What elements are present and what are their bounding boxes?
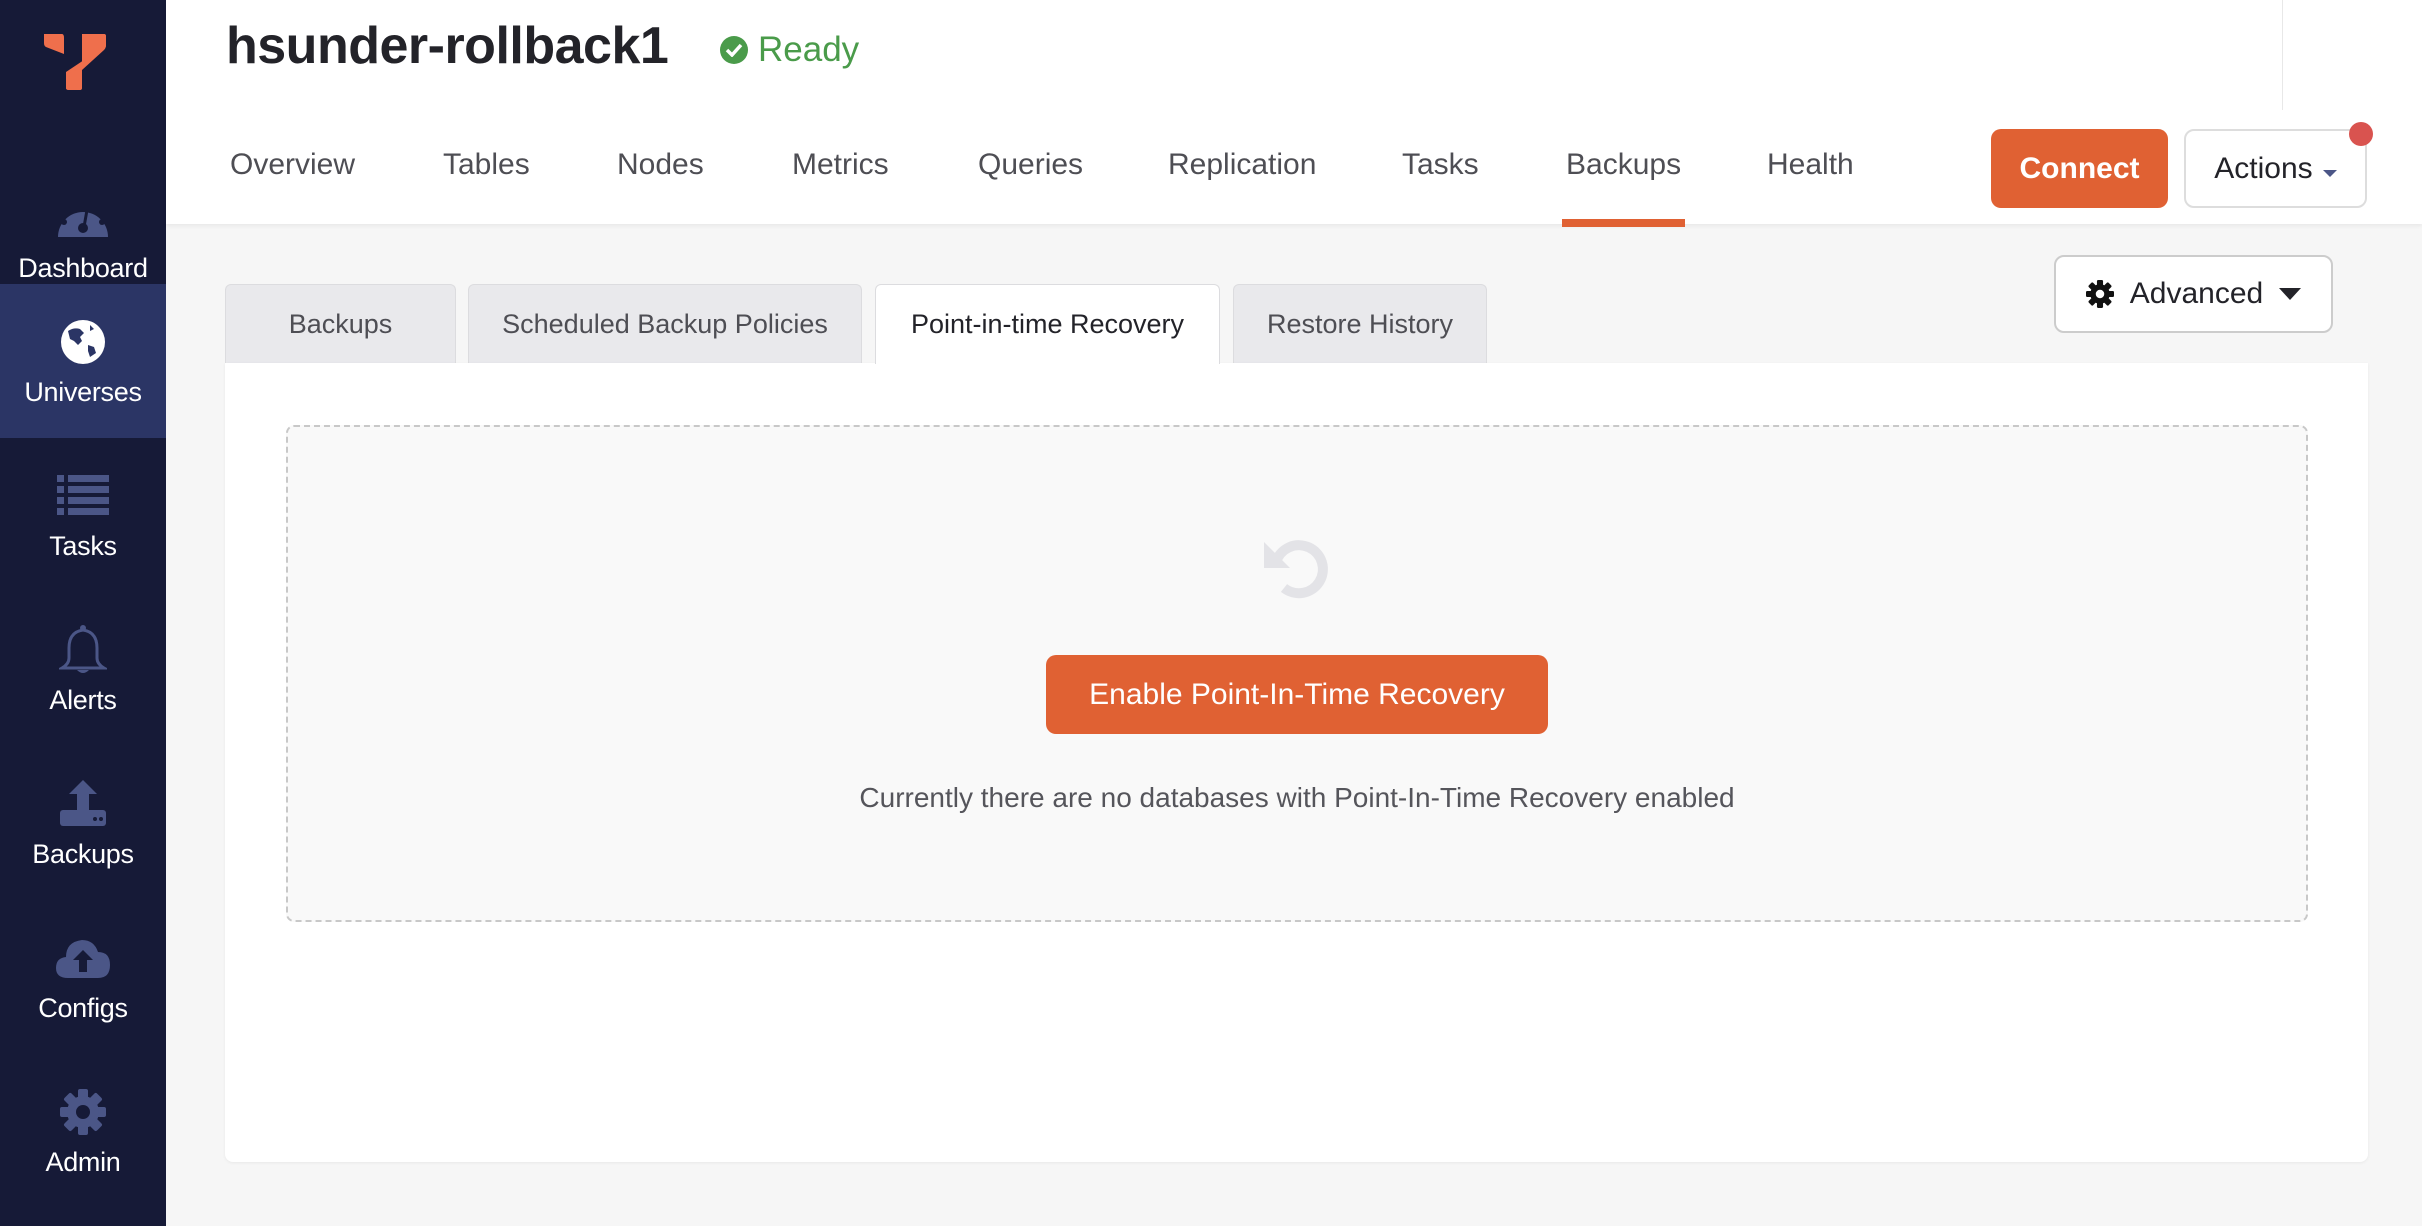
notification-dot	[2349, 122, 2373, 146]
sidebar-item-label: Tasks	[49, 530, 117, 561]
sidebar-item-configs[interactable]: Configs	[0, 900, 166, 1054]
tab-label: Queries	[978, 148, 1084, 181]
tab-label: Metrics	[792, 148, 889, 181]
yugabyte-logo[interactable]	[42, 32, 108, 92]
tab-label: Backups	[1566, 148, 1682, 181]
caret-down-icon	[2322, 152, 2337, 186]
tab-tables[interactable]: Tables	[443, 148, 530, 227]
subtab-backups[interactable]: Backups	[225, 284, 456, 363]
sidebar-item-backups[interactable]: Backups	[0, 746, 166, 900]
status-badge: Ready	[720, 30, 859, 70]
subtab-label: Backups	[288, 308, 393, 339]
sidebar-item-tasks[interactable]: Tasks	[0, 438, 166, 592]
empty-state-message: Currently there are no databases with Po…	[859, 782, 1735, 813]
tab-metrics[interactable]: Metrics	[792, 148, 889, 227]
advanced-button[interactable]: Advanced	[2054, 255, 2333, 333]
tab-label: Replication	[1168, 148, 1317, 181]
tab-label: Tasks	[1402, 148, 1479, 181]
caret-down-icon	[2279, 287, 2302, 301]
tab-nodes[interactable]: Nodes	[617, 148, 704, 227]
sidebar-item-alerts[interactable]: Alerts	[0, 592, 166, 746]
undo-icon	[1262, 532, 1332, 602]
sidebar-item-universes[interactable]: Universes	[0, 284, 166, 438]
sidebar-item-label: Configs	[38, 992, 128, 1023]
tab-replication[interactable]: Replication	[1168, 148, 1316, 227]
tab-health[interactable]: Health	[1767, 148, 1854, 227]
upload-drive-icon	[56, 777, 110, 831]
subtab-point-in-time-recovery[interactable]: Point-in-time Recovery	[875, 284, 1220, 364]
advanced-label: Advanced	[2129, 277, 2264, 310]
sidebar-item-admin[interactable]: Admin	[0, 1054, 166, 1208]
tab-label: Nodes	[617, 148, 704, 181]
tab-label: Tables	[443, 148, 530, 181]
sidebar-item-label: Universes	[24, 376, 142, 407]
subtab-scheduled-backup-policies[interactable]: Scheduled Backup Policies	[468, 284, 862, 363]
subtab-label: Restore History	[1266, 308, 1454, 339]
sidebar-item-label: Alerts	[49, 684, 117, 715]
gear-icon	[2085, 280, 2114, 308]
tab-queries[interactable]: Queries	[978, 148, 1083, 227]
tab-label: Health	[1767, 148, 1854, 181]
cloud-upload-icon	[56, 931, 110, 985]
tab-tasks[interactable]: Tasks	[1402, 148, 1479, 227]
enable-pitr-button[interactable]: Enable Point-In-Time Recovery	[1046, 655, 1548, 734]
universe-title: hsunder-rollback1	[226, 17, 669, 75]
bell-icon	[56, 623, 110, 677]
subtab-label: Point-in-time Recovery	[910, 309, 1185, 339]
check-circle-icon	[720, 36, 748, 64]
sidebar-item-label: Backups	[32, 838, 134, 869]
actions-label: Actions	[2214, 151, 2313, 185]
status-text: Ready	[758, 30, 860, 69]
tab-backups[interactable]: Backups	[1561, 148, 1686, 227]
actions-button[interactable]: Actions	[2184, 129, 2367, 208]
subtab-restore-history[interactable]: Restore History	[1233, 284, 1487, 363]
connect-button[interactable]: Connect	[1991, 129, 2168, 208]
tab-overview[interactable]: Overview	[230, 148, 355, 227]
divider	[2282, 0, 2283, 110]
sidebar-item-label: Admin	[45, 1146, 121, 1177]
dashboard-gauge-icon	[56, 191, 110, 245]
gear-icon	[56, 1085, 110, 1139]
sidebar: Dashboard Universes Tasks Alerts Backups…	[0, 0, 166, 1226]
sidebar-item-label: Dashboard	[18, 252, 148, 283]
list-icon	[56, 469, 110, 523]
subtab-label: Scheduled Backup Policies	[502, 308, 828, 339]
globe-icon	[56, 315, 110, 369]
tab-label: Overview	[230, 148, 356, 181]
